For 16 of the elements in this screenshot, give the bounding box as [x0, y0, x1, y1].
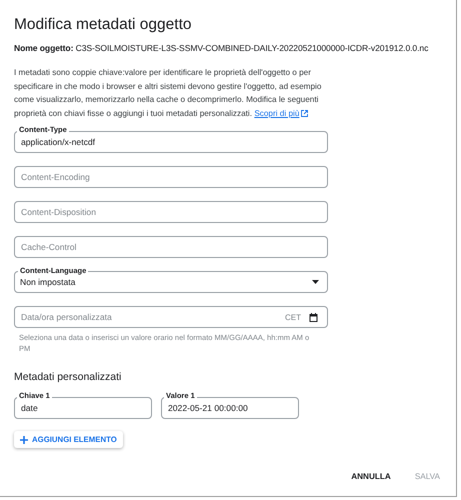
calendar-icon[interactable] [309, 312, 318, 322]
dialog-title: Modifica metadati oggetto [14, 16, 192, 34]
value-field[interactable]: 2022-05-21 00:00:00 [161, 397, 299, 419]
key-field[interactable]: date [14, 397, 152, 419]
plus-icon [20, 436, 28, 444]
text-field[interactable]: Content-Disposition [14, 201, 328, 223]
external-link-icon [301, 110, 308, 116]
description-text: I metadati sono coppie chiave:valore per identificare le proprietà dell'oggetto o per specificare in che modo i browser e altri sistemi devono gestire l'oggetto, ad esempio come visualizzarlo, memorizzarlo nella cache o decomprimerlo. Modifica le seguenti proprietà con chiavi fisse o aggiungi i tuoi metadati personalizzati. Scopri di più [14, 67, 322, 120]
object-name: Nome oggetto: C3S-SOILMOISTURE-L3S-SSMV-COMBINED-DAILY-20220521000000-ICDR-v201912.0.0.nc [14, 42, 428, 54]
text-field[interactable]: Content-Encoding [14, 166, 328, 188]
section-title: Metadati personalizzati [14, 371, 122, 383]
cancel-button[interactable]: ANNULLA [349, 470, 393, 483]
text-field[interactable]: Cache-Control [14, 236, 328, 258]
timezone-label: CET [285, 312, 301, 322]
learn-more-link[interactable]: Scopri di più [254, 108, 308, 118]
caret-icon [312, 280, 319, 284]
